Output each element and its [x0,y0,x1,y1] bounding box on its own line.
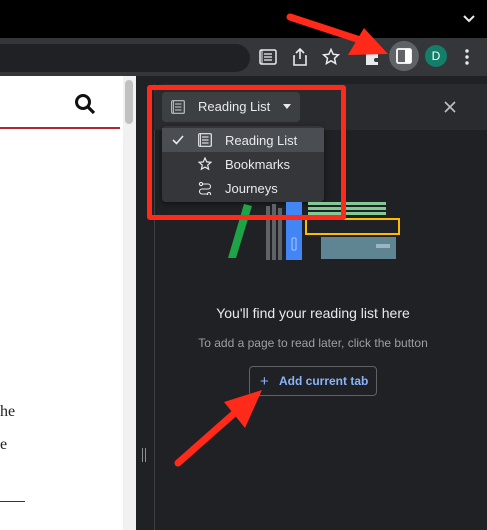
side-panel-icon [396,48,412,64]
highlight-box [147,85,346,220]
page-text-fragment: he [0,403,16,420]
add-current-tab-label: Add current tab [279,374,369,388]
profile-avatar[interactable]: D [425,45,447,67]
share-icon[interactable] [289,46,311,68]
bookmark-star-icon[interactable] [320,46,342,68]
web-page-content: he e [0,76,123,530]
extensions-icon[interactable] [361,46,383,68]
address-bar[interactable] [0,44,250,72]
add-current-tab-button[interactable]: + Add current tab [249,366,377,396]
title-bar [0,0,487,38]
page-scrollbar[interactable] [123,76,136,530]
resize-handle[interactable] [142,448,148,462]
scrollbar-thumb[interactable] [125,80,133,124]
chevron-down-icon[interactable] [462,12,476,26]
menu-dots-icon[interactable] [460,46,474,68]
header-rule [0,127,120,129]
search-icon[interactable] [74,93,96,115]
page-text-fragment: e [0,436,8,453]
reader-mode-icon[interactable] [257,46,279,68]
empty-state-subtitle: To add a page to read later, click the b… [198,336,428,350]
plus-icon: + [260,373,269,390]
browser-window: D he e Reading List Reading List Bookmar… [0,0,487,530]
side-panel-button[interactable] [389,41,419,71]
text-rule [0,501,25,502]
empty-state-title: You'll find your reading list here [216,305,410,321]
close-icon[interactable] [441,98,459,116]
